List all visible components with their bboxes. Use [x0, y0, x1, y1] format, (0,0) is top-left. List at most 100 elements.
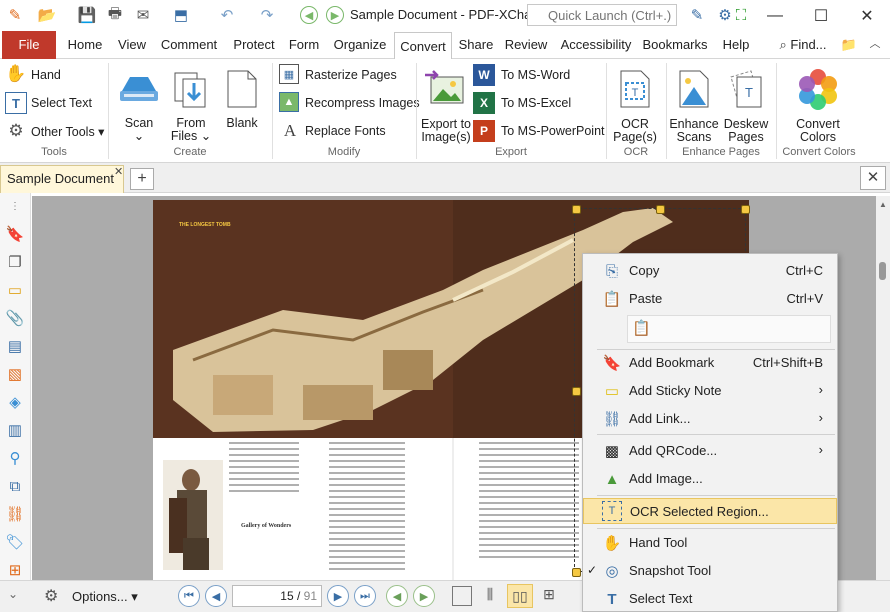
tab-review[interactable]: Review: [502, 31, 550, 59]
tab-form[interactable]: Form: [284, 31, 324, 59]
ocr-pages-button[interactable]: OCR Page(s): [610, 118, 660, 144]
pages-icon[interactable]: ❐: [5, 251, 25, 273]
two-page-view-icon[interactable]: ▯▯: [507, 584, 533, 608]
tab-comment[interactable]: Comment: [156, 31, 222, 59]
to-word-button[interactable]: To MS-Word: [501, 68, 570, 82]
quick-launch-input[interactable]: [527, 4, 677, 26]
page-number-field[interactable]: 15 / 91: [232, 585, 322, 607]
previous-page-button[interactable]: ◀: [205, 585, 227, 607]
selection-handle[interactable]: [572, 568, 581, 577]
blank-button[interactable]: Blank: [222, 117, 262, 130]
close-document-button[interactable]: ✕: [860, 166, 886, 190]
back-icon[interactable]: ◀: [300, 6, 318, 24]
content-icon[interactable]: ▥: [5, 419, 25, 441]
sidebar-collapse-icon[interactable]: ⋮: [5, 195, 25, 217]
location-icon[interactable]: ⚲: [5, 447, 25, 469]
scan-button[interactable]: Scan ⌄: [118, 117, 160, 143]
tab-share[interactable]: Share: [456, 31, 496, 59]
menu-item-add-qrcode[interactable]: ▩ Add QRCode... ›: [583, 438, 837, 464]
options-button[interactable]: Options... ▾: [72, 589, 138, 605]
tab-accessibility[interactable]: Accessibility: [558, 31, 634, 59]
scan-quick-icon[interactable]: ⬒: [170, 5, 192, 25]
convert-colors-button[interactable]: Convert Colors: [792, 118, 844, 144]
tab-convert[interactable]: Convert: [394, 32, 452, 60]
new-tab-button[interactable]: +: [130, 168, 154, 190]
expand-icon[interactable]: ⌄: [8, 587, 18, 601]
attachment-icon[interactable]: 📎: [5, 307, 25, 329]
menu-item-add-bookmark[interactable]: 🔖 Add Bookmark Ctrl+Shift+B: [583, 350, 837, 376]
fields-icon[interactable]: ⊞: [5, 559, 25, 581]
menu-item-add-sticky-note[interactable]: ▭ Add Sticky Note ›: [583, 378, 837, 404]
tag-icon[interactable]: 🏷: [5, 531, 25, 553]
menu-item-copy[interactable]: ⎘ Copy Ctrl+C: [583, 258, 837, 284]
tab-bookmarks[interactable]: Bookmarks: [640, 31, 710, 59]
structure-icon[interactable]: ⧉: [5, 475, 25, 497]
find-button[interactable]: ⌕ Find...: [772, 31, 834, 59]
tab-file[interactable]: File: [2, 31, 56, 59]
other-tools-button[interactable]: Other Tools ▾: [31, 124, 104, 139]
last-page-button[interactable]: ⏭: [354, 585, 376, 607]
selection-handle[interactable]: [572, 387, 581, 396]
recompress-images-button[interactable]: Recompress Images: [305, 96, 420, 110]
selection-handle[interactable]: [572, 205, 581, 214]
scrollbar-thumb[interactable]: [879, 262, 886, 280]
recompress-images-icon: ▲: [279, 92, 299, 112]
deskew-pages-button[interactable]: Deskew Pages: [722, 118, 770, 144]
paste-preview[interactable]: 📋: [627, 315, 831, 343]
pin-icon[interactable]: ✎: [686, 5, 708, 25]
first-page-button[interactable]: ⏮: [178, 585, 200, 607]
fullscreen-icon[interactable]: ⛶: [730, 5, 752, 25]
minimize-button[interactable]: —: [752, 0, 798, 31]
selection-handle[interactable]: [656, 205, 665, 214]
tab-view[interactable]: View: [112, 31, 152, 59]
redo-icon[interactable]: ↷: [256, 5, 278, 25]
email-icon[interactable]: ✉: [132, 5, 154, 25]
menu-item-add-link[interactable]: ⛓ Add Link... ›: [583, 406, 837, 432]
close-tab-icon[interactable]: ✕: [114, 165, 123, 178]
forward-icon[interactable]: ▶: [326, 6, 344, 24]
export-images-button[interactable]: Export to Image(s): [418, 118, 474, 144]
link-icon[interactable]: ⛓: [5, 503, 25, 525]
folder-search-icon[interactable]: 📁: [838, 31, 860, 59]
two-page-continuous-icon[interactable]: ⊞: [538, 586, 560, 606]
print-icon[interactable]: 🖶: [104, 5, 126, 25]
collapse-ribbon-icon[interactable]: ︿: [864, 31, 886, 59]
menu-item-select-text[interactable]: T Select Text: [583, 586, 837, 612]
next-page-button[interactable]: ▶: [327, 585, 349, 607]
select-text-button[interactable]: Select Text: [31, 96, 92, 110]
replace-fonts-button[interactable]: Replace Fonts: [305, 124, 386, 138]
close-window-button[interactable]: ✕: [844, 0, 890, 31]
menu-item-add-image[interactable]: ▲ Add Image...: [583, 466, 837, 492]
tab-organize[interactable]: Organize: [330, 31, 390, 59]
tab-protect[interactable]: Protect: [228, 31, 280, 59]
open-folder-icon[interactable]: 📂: [36, 5, 58, 25]
layers-icon[interactable]: ◈: [5, 391, 25, 413]
undo-icon[interactable]: ↶: [216, 5, 238, 25]
continuous-view-icon[interactable]: ⫼: [480, 586, 500, 606]
tab-home[interactable]: Home: [62, 31, 108, 59]
document-icon[interactable]: ▤: [5, 335, 25, 357]
single-page-view-icon[interactable]: [452, 586, 472, 606]
maximize-button[interactable]: ☐: [798, 0, 844, 31]
history-back-button[interactable]: ◀: [386, 585, 408, 607]
stamp-icon[interactable]: ▧: [5, 363, 25, 385]
menu-item-ocr-selected-region[interactable]: T OCR Selected Region...: [583, 498, 837, 524]
comments-icon[interactable]: ▭: [5, 279, 25, 301]
menu-item-hand-tool[interactable]: ✋ Hand Tool: [583, 530, 837, 556]
to-excel-button[interactable]: To MS-Excel: [501, 96, 571, 110]
scroll-up-icon[interactable]: ▲: [879, 200, 887, 209]
document-tab[interactable]: Sample Document: [0, 165, 124, 193]
from-files-button[interactable]: From Files ⌄: [166, 117, 216, 143]
vertical-scrollbar[interactable]: ▲: [876, 196, 890, 580]
bookmark-icon[interactable]: 🔖: [5, 223, 25, 245]
history-forward-button[interactable]: ▶: [413, 585, 435, 607]
to-powerpoint-button[interactable]: To MS-PowerPoint: [501, 124, 605, 138]
selection-handle[interactable]: [741, 205, 750, 214]
menu-item-snapshot-tool[interactable]: ✓ ◎ Snapshot Tool: [583, 558, 837, 584]
menu-item-paste[interactable]: 📋 Paste Ctrl+V: [583, 286, 837, 312]
hand-tool-button[interactable]: Hand: [31, 68, 61, 82]
enhance-scans-button[interactable]: Enhance Scans: [668, 118, 720, 144]
tab-help[interactable]: Help: [718, 31, 754, 59]
save-icon[interactable]: 💾: [76, 5, 98, 25]
rasterize-pages-button[interactable]: Rasterize Pages: [305, 68, 397, 82]
